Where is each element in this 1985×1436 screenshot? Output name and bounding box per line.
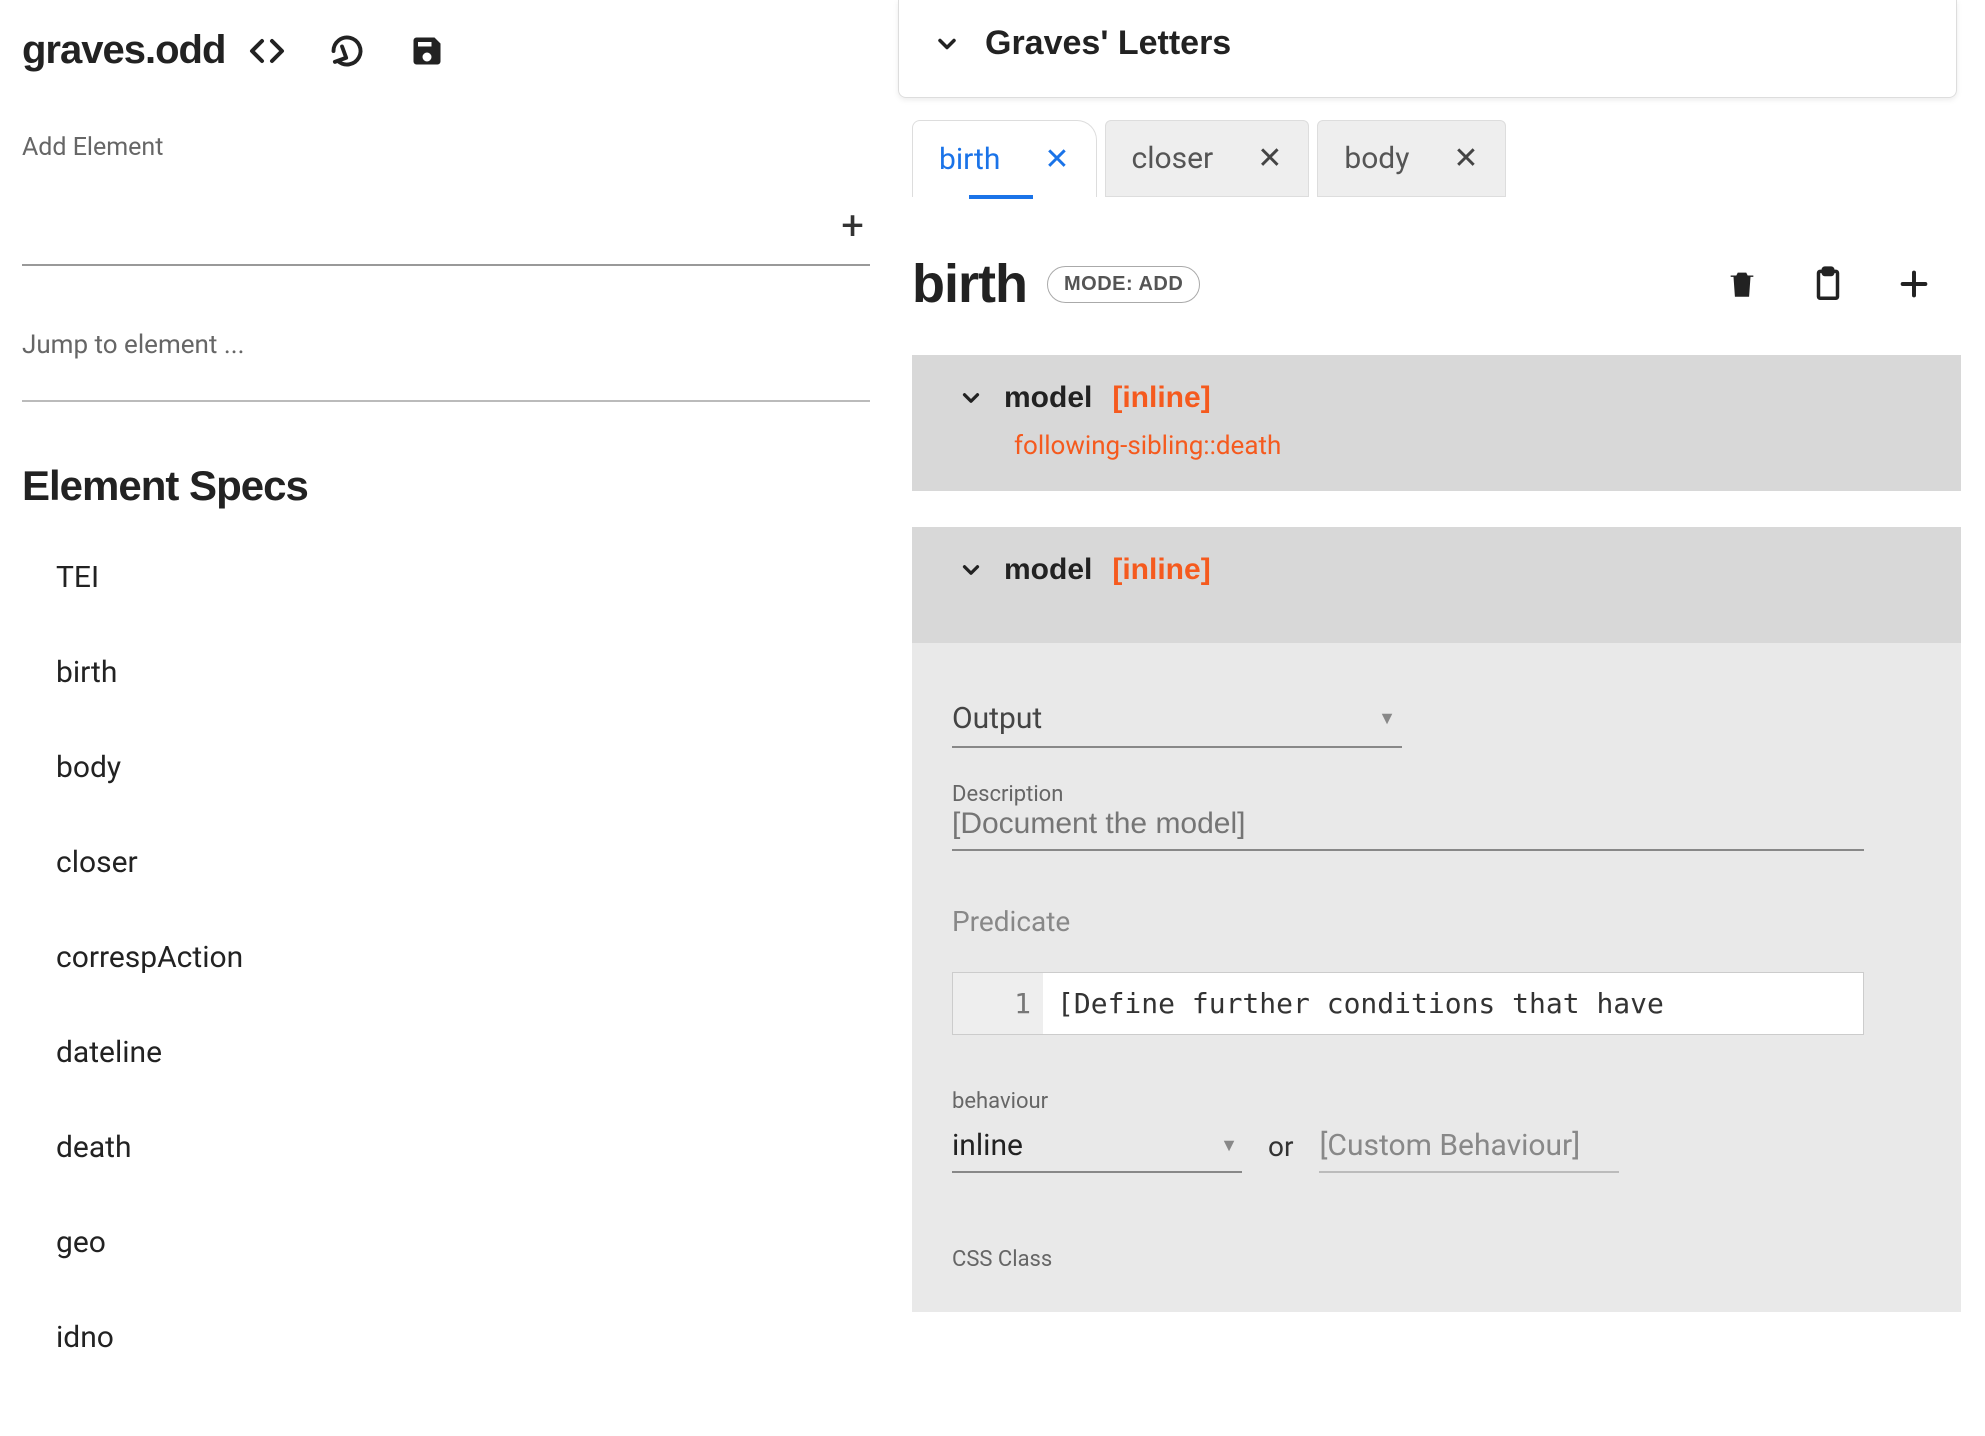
close-icon[interactable]: ✕ — [1453, 141, 1478, 176]
predicate-label: Predicate — [952, 905, 1921, 938]
tabs: birth ✕ closer ✕ body ✕ — [912, 120, 1961, 197]
code-icon[interactable] — [247, 31, 287, 71]
add-element-input[interactable]: + — [22, 192, 870, 266]
clipboard-icon[interactable] — [1809, 265, 1847, 303]
toolbar — [247, 31, 447, 71]
tab-label: birth — [939, 142, 1000, 177]
model-label: model — [1004, 381, 1092, 415]
model-row: model [inline] — [958, 381, 1921, 415]
behaviour-value: inline — [952, 1128, 1023, 1163]
predicate-editor[interactable]: 1 [Define further conditions that have — [952, 972, 1864, 1035]
model-block-2[interactable]: model [inline] — [912, 527, 1961, 643]
title-row: graves.odd — [22, 28, 870, 73]
model-row: model [inline] — [958, 553, 1921, 587]
description-group: Description — [952, 782, 1921, 851]
chevron-down-icon[interactable] — [958, 557, 984, 583]
spec-item-geo[interactable]: geo — [56, 1225, 870, 1260]
spec-item-birth[interactable]: birth — [56, 655, 870, 690]
model-form: Output ▼ Description Predicate 1 [Define… — [912, 643, 1961, 1312]
add-element-plus-icon[interactable]: + — [841, 202, 864, 249]
refresh-icon[interactable] — [327, 31, 367, 71]
behaviour-col: behaviour inline ▼ — [952, 1089, 1242, 1173]
add-element-label: Add Element — [22, 133, 870, 162]
spec-item-correspaction[interactable]: correspAction — [56, 940, 870, 975]
custom-behaviour-input[interactable]: [Custom Behaviour] — [1319, 1128, 1619, 1173]
tab-closer[interactable]: closer ✕ — [1105, 120, 1310, 197]
predicate-value[interactable]: [Define further conditions that have — [1043, 973, 1863, 1034]
left-panel: graves.odd Add Element + Jump to element… — [0, 0, 892, 1436]
output-label: Output — [952, 701, 1042, 736]
tab-label: body — [1344, 141, 1409, 176]
tab-body[interactable]: body ✕ — [1317, 120, 1505, 197]
css-class-label: CSS Class — [952, 1247, 1921, 1272]
output-select[interactable]: Output ▼ — [952, 695, 1402, 748]
description-input[interactable] — [952, 807, 1864, 851]
element-header: birth MODE: ADD — [912, 253, 1961, 315]
spec-item-dateline[interactable]: dateline — [56, 1035, 870, 1070]
spec-item-body[interactable]: body — [56, 750, 870, 785]
behaviour-row: behaviour inline ▼ or [Custom Behaviour] — [952, 1089, 1921, 1173]
right-panel: Graves' Letters birth ✕ closer ✕ body ✕ … — [892, 0, 1985, 1436]
chevron-down-icon[interactable] — [958, 385, 984, 411]
spec-list: TEI birth body closer correspAction date… — [22, 560, 870, 1355]
description-label: Description — [952, 782, 1921, 807]
spec-item-idno[interactable]: idno — [56, 1320, 870, 1355]
predicate-preview: following-sibling::death — [1014, 431, 1921, 461]
jump-placeholder: Jump to element ... — [22, 330, 870, 360]
chevron-down-icon[interactable] — [933, 30, 961, 58]
add-icon[interactable] — [1897, 267, 1931, 301]
save-icon[interactable] — [407, 31, 447, 71]
element-actions — [1725, 265, 1961, 303]
file-name: graves.odd — [22, 28, 225, 73]
behaviour-label: behaviour — [952, 1089, 1242, 1114]
project-header[interactable]: Graves' Letters — [898, 0, 1957, 98]
line-number: 1 — [953, 973, 1043, 1034]
jump-to-element-input[interactable]: Jump to element ... — [22, 330, 870, 402]
delete-icon[interactable] — [1725, 267, 1759, 301]
or-label: or — [1268, 1130, 1293, 1173]
behaviour-select[interactable]: inline ▼ — [952, 1124, 1242, 1173]
element-name: birth — [912, 253, 1027, 315]
model-label: model — [1004, 553, 1092, 587]
spec-item-death[interactable]: death — [56, 1130, 870, 1165]
inline-tag: [inline] — [1112, 553, 1210, 587]
project-title: Graves' Letters — [985, 24, 1231, 63]
element-specs-heading: Element Specs — [22, 462, 870, 510]
caret-down-icon: ▼ — [1220, 1135, 1238, 1156]
close-icon[interactable]: ✕ — [1044, 142, 1069, 177]
tab-label: closer — [1132, 141, 1214, 176]
spec-item-tei[interactable]: TEI — [56, 560, 870, 595]
caret-down-icon: ▼ — [1378, 708, 1396, 729]
close-icon[interactable]: ✕ — [1257, 141, 1282, 176]
spec-item-closer[interactable]: closer — [56, 845, 870, 880]
model-block-1[interactable]: model [inline] following-sibling::death — [912, 355, 1961, 491]
inline-tag: [inline] — [1112, 381, 1210, 415]
tab-birth[interactable]: birth ✕ — [912, 120, 1097, 197]
mode-badge: MODE: ADD — [1047, 266, 1200, 303]
